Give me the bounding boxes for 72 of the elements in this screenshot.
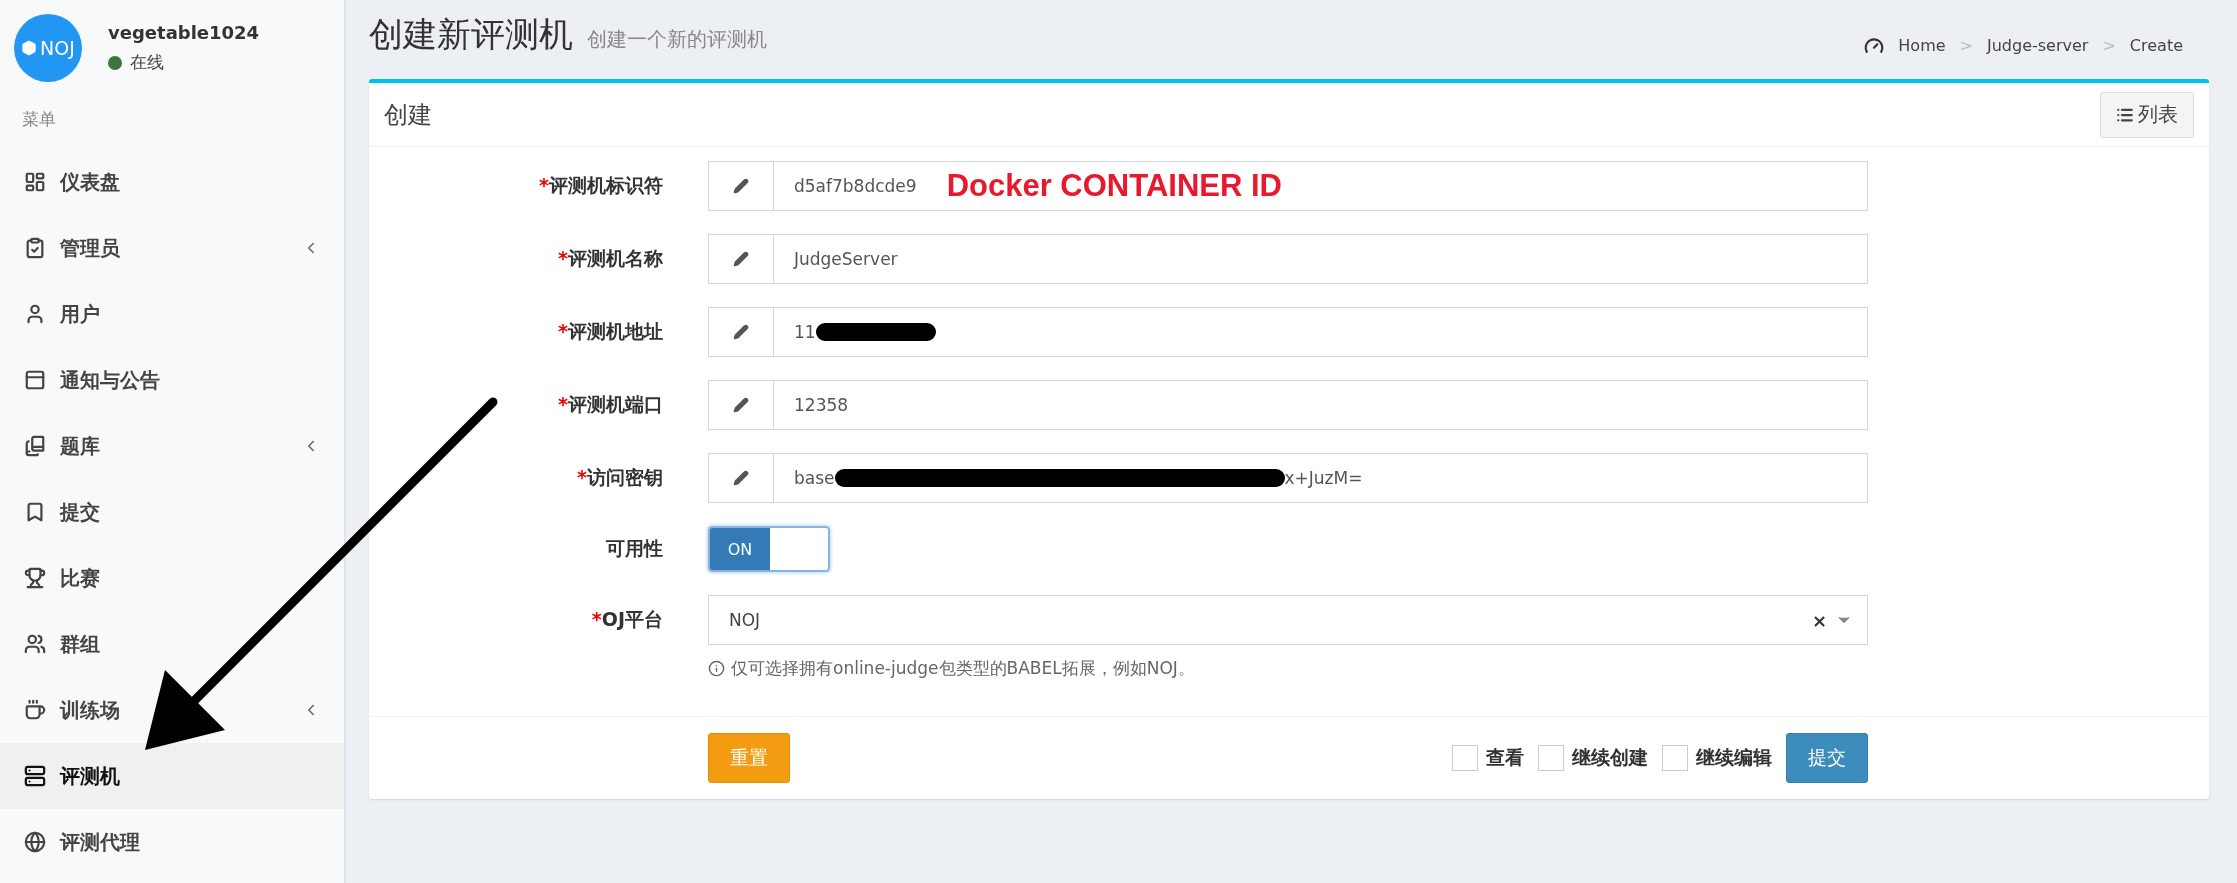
username: vegetable1024 <box>108 22 260 43</box>
sidebar-item[interactable]: 管理员 <box>0 215 344 281</box>
pencil-icon <box>733 178 749 194</box>
breadcrumb-link[interactable]: Judge-server <box>1987 36 2089 55</box>
user-icon <box>24 303 46 325</box>
option-checkbox[interactable]: 查看 <box>1452 745 1524 771</box>
checkbox[interactable] <box>1452 745 1478 771</box>
text-field[interactable]: 12358 <box>708 380 1868 430</box>
clipboard-check-icon <box>24 237 46 259</box>
field-label: *评测机地址 <box>557 319 663 344</box>
logo-text: NOJ <box>40 37 75 59</box>
breadcrumb-link[interactable]: Create <box>2129 36 2183 55</box>
text-field[interactable]: 11 <box>708 307 1868 357</box>
sidebar-item[interactable]: 群组 <box>0 611 344 677</box>
select-field[interactable]: NOJ × <box>708 595 1868 645</box>
dashboard-icon <box>24 171 46 193</box>
field-value: d5af7b8dcde9 <box>794 176 917 196</box>
info-icon <box>708 660 725 677</box>
users-icon <box>24 633 46 655</box>
globe-icon <box>24 831 46 853</box>
panel-icon <box>24 369 46 391</box>
page-title: 创建新评测机 <box>369 13 573 56</box>
option-checkbox[interactable]: 继续创建 <box>1538 745 1648 771</box>
help-text: 仅可选择拥有online-judge包类型的BABEL拓展，例如NOJ。 <box>731 657 1195 680</box>
sidebar-item[interactable]: 通知与公告 <box>0 347 344 413</box>
sidebar-item[interactable]: 用户 <box>0 281 344 347</box>
breadcrumb-separator: > <box>1959 36 1973 55</box>
sidebar-item[interactable]: 评测机 <box>0 743 344 809</box>
menu-header: 菜单 <box>21 108 57 131</box>
cube-icon <box>21 40 38 56</box>
sidebar-item[interactable]: 仪表盘 <box>0 149 344 215</box>
field-value: JudgeServer <box>794 249 898 269</box>
checkbox[interactable] <box>1538 745 1564 771</box>
breadcrumb-separator: > <box>2102 36 2116 55</box>
cup-icon <box>24 699 46 721</box>
page-subtitle: 创建一个新的评测机 <box>587 26 767 53</box>
field-value: base <box>794 468 835 488</box>
text-field[interactable]: base x+JuzM= <box>708 453 1868 503</box>
pencil-icon <box>733 251 749 267</box>
sidebar-item[interactable]: 比赛 <box>0 545 344 611</box>
gauge-icon <box>1864 35 1885 56</box>
text-field[interactable]: JudgeServer <box>708 234 1868 284</box>
field-value: x+JuzM= <box>1284 468 1363 488</box>
pencil-icon <box>733 324 749 340</box>
field-label: *评测机标识符 <box>538 173 663 198</box>
status-text: 在线 <box>130 51 164 74</box>
text-field[interactable]: d5af7b8dcde9 Docker CONTAINER ID <box>708 161 1868 211</box>
checkbox[interactable] <box>1662 745 1688 771</box>
sidebar-item[interactable]: 题库 <box>0 413 344 479</box>
field-label: *评测机端口 <box>557 392 663 417</box>
list-button[interactable]: 列表 <box>2100 91 2194 138</box>
trophy-icon <box>24 567 46 589</box>
field-label: *访问密钥 <box>576 465 663 490</box>
field-label: 可用性 <box>605 536 663 561</box>
card-title: 创建 <box>384 99 432 131</box>
pencil-icon <box>733 397 749 413</box>
annotation-text: Docker CONTAINER ID <box>946 168 1282 204</box>
submit-button[interactable]: 提交 <box>1786 733 1868 783</box>
field-value: 12358 <box>794 395 849 415</box>
breadcrumb-link[interactable]: Home <box>1898 36 1946 55</box>
sidebar-item[interactable]: 提交 <box>0 479 344 545</box>
field-value: 11 <box>794 322 816 342</box>
field-label: *OJ平台 <box>590 607 663 632</box>
toggle-switch[interactable]: ON <box>708 526 830 572</box>
bookmark-icon <box>24 501 46 523</box>
sidebar-item[interactable]: 评测代理 <box>0 809 344 875</box>
server-icon <box>24 765 46 787</box>
option-checkbox[interactable]: 继续编辑 <box>1662 745 1772 771</box>
sidebar-item[interactable]: 训练场 <box>0 677 344 743</box>
books-icon <box>24 435 46 457</box>
pencil-icon <box>733 470 749 486</box>
field-label: *评测机名称 <box>557 246 663 271</box>
